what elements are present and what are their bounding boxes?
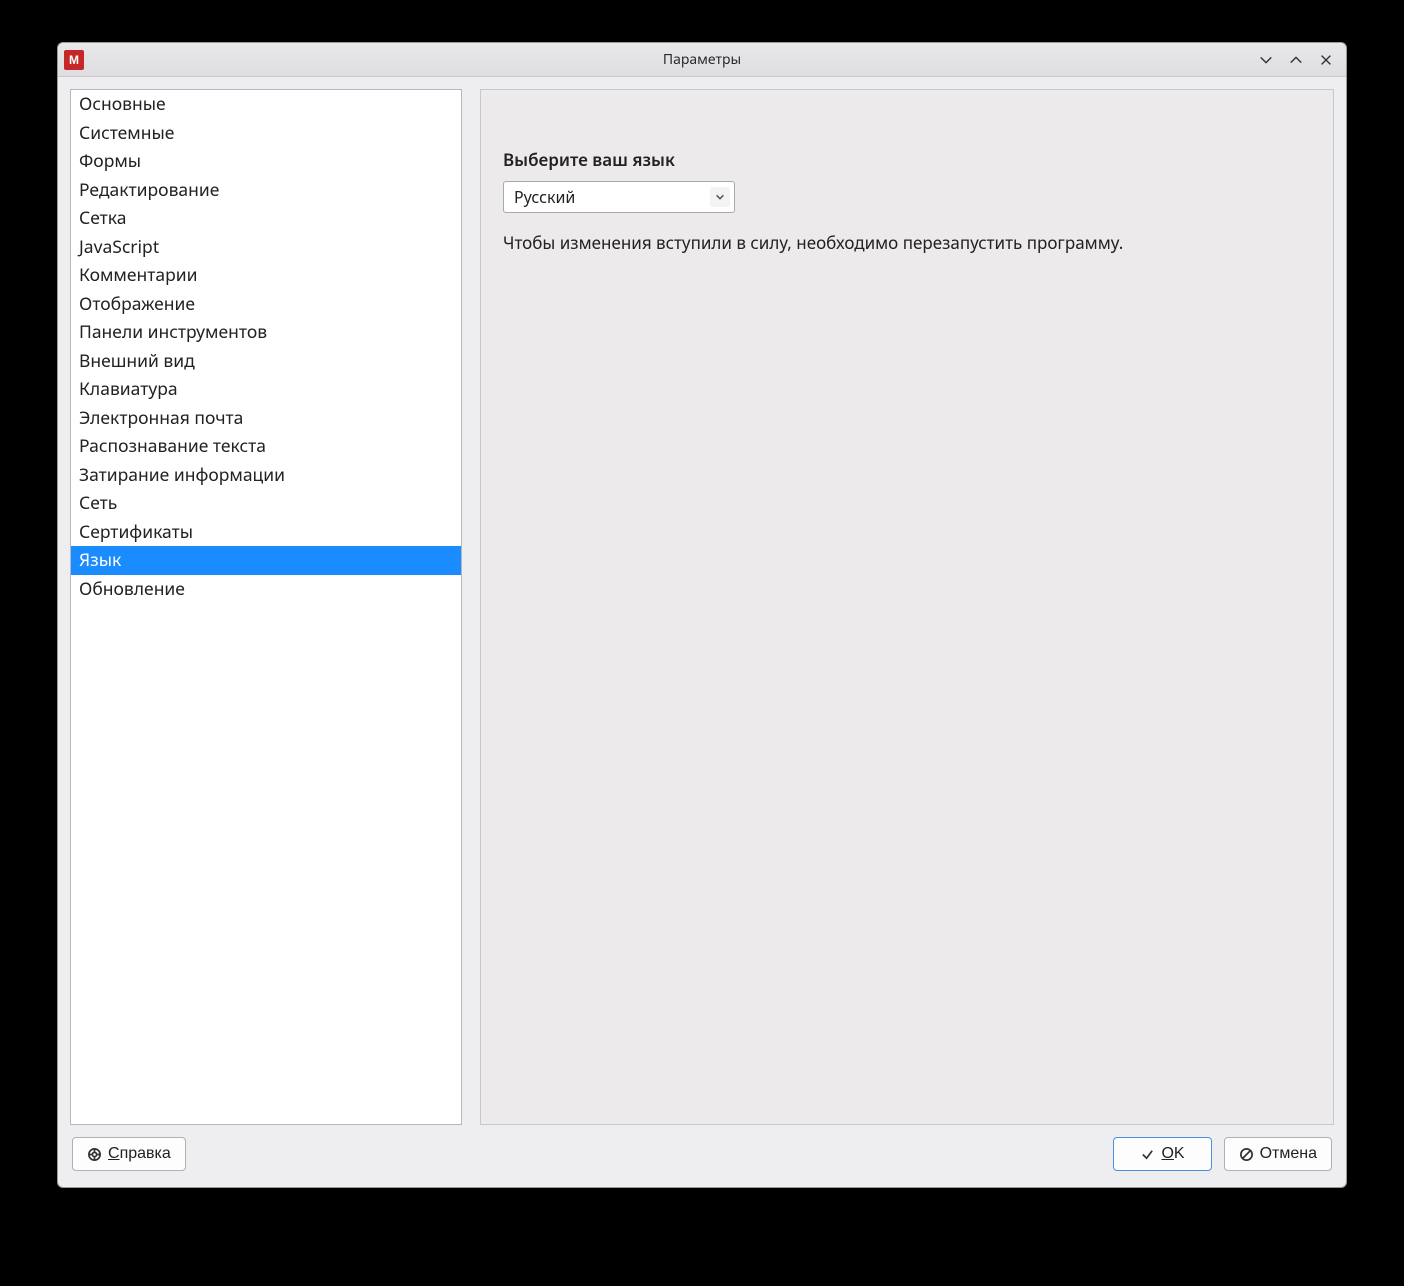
dropdown-button[interactable]	[710, 187, 730, 207]
close-icon	[1319, 53, 1333, 67]
category-item[interactable]: Электронная почта	[71, 404, 461, 433]
category-item[interactable]: Сеть	[71, 489, 461, 518]
category-item[interactable]: JavaScript	[71, 233, 461, 262]
category-item[interactable]: Распознавание текста	[71, 432, 461, 461]
chevron-up-icon	[1289, 53, 1303, 67]
category-list[interactable]: ОсновныеСистемныеФормыРедактированиеСетк…	[70, 89, 462, 1125]
app-icon	[64, 50, 84, 70]
preferences-dialog: Параметры ОсновныеСистемныеФормыРедактир…	[57, 42, 1347, 1188]
dialog-body: ОсновныеСистемныеФормыРедактированиеСетк…	[58, 77, 1346, 1137]
ok-button[interactable]: OK	[1113, 1137, 1211, 1171]
category-item[interactable]: Затирание информации	[71, 461, 461, 490]
category-item[interactable]: Комментарии	[71, 261, 461, 290]
category-item[interactable]: Внешний вид	[71, 347, 461, 376]
restart-hint: Чтобы изменения вступили в силу, необход…	[503, 231, 1311, 254]
category-item[interactable]: Сертификаты	[71, 518, 461, 547]
category-item[interactable]: Отображение	[71, 290, 461, 319]
language-select[interactable]: Русский	[503, 181, 735, 213]
category-item[interactable]: Обновление	[71, 575, 461, 604]
cancel-label: Отмена	[1260, 1145, 1317, 1163]
window-controls	[1256, 50, 1346, 70]
chevron-down-icon	[715, 192, 725, 202]
help-button[interactable]: Справка	[72, 1137, 186, 1171]
titlebar: Параметры	[58, 43, 1346, 77]
category-item[interactable]: Клавиатура	[71, 375, 461, 404]
cancel-button[interactable]: Отмена	[1224, 1137, 1332, 1171]
minimize-button[interactable]	[1256, 50, 1276, 70]
category-item[interactable]: Язык	[71, 546, 461, 575]
maximize-button[interactable]	[1286, 50, 1306, 70]
ok-label: OK	[1161, 1145, 1184, 1163]
close-button[interactable]	[1316, 50, 1336, 70]
dialog-footer: Справка OK Отмена	[58, 1137, 1346, 1187]
category-item[interactable]: Формы	[71, 147, 461, 176]
category-item[interactable]: Системные	[71, 119, 461, 148]
category-item[interactable]: Основные	[71, 90, 461, 119]
help-label: Справка	[108, 1145, 171, 1163]
content-panel: Выберите ваш язык Русский Чтобы изменени…	[480, 89, 1334, 1125]
chevron-down-icon	[1259, 53, 1273, 67]
category-item[interactable]: Панели инструментов	[71, 318, 461, 347]
category-item[interactable]: Редактирование	[71, 176, 461, 205]
help-icon	[87, 1147, 102, 1162]
language-label: Выберите ваш язык	[503, 148, 1311, 171]
category-item[interactable]: Сетка	[71, 204, 461, 233]
window-title: Параметры	[58, 50, 1346, 69]
language-value: Русский	[514, 186, 575, 208]
check-icon	[1140, 1147, 1155, 1162]
cancel-icon	[1239, 1147, 1254, 1162]
